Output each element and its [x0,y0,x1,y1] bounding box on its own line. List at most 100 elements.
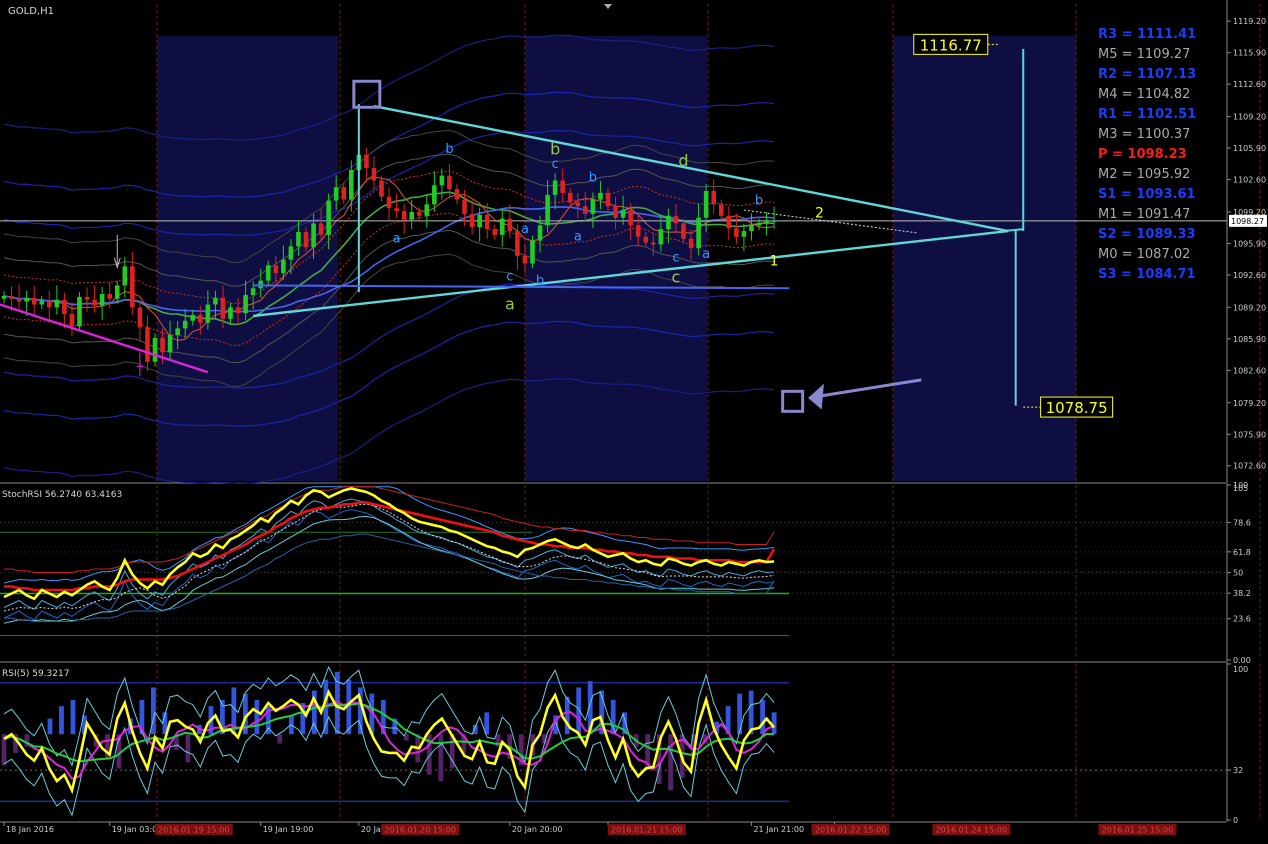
candle-body[interactable] [575,202,581,207]
candle-body[interactable] [394,208,399,212]
candle-body[interactable] [515,231,520,256]
candle-body[interactable] [741,231,747,237]
candle-body[interactable] [718,204,724,216]
candle-body[interactable] [265,265,271,281]
candle-body[interactable] [273,265,279,274]
candle-body[interactable] [439,175,445,186]
candle-body[interactable] [756,223,762,226]
candle-body[interactable] [605,192,611,207]
candle-body[interactable] [477,214,482,228]
candle-body[interactable] [492,229,498,235]
candle-body[interactable] [711,190,716,205]
candle-body[interactable] [9,295,14,299]
candle-body[interactable] [734,228,739,237]
candle-body[interactable] [424,204,430,216]
candle-body[interactable] [175,328,180,336]
candle-body[interactable] [235,307,241,314]
candle-body[interactable] [92,299,97,306]
candle-body[interactable] [726,215,732,229]
candle-body[interactable] [628,210,633,226]
candle-body[interactable] [522,255,528,264]
candle-body[interactable] [122,266,128,286]
candle-body[interactable] [462,199,467,214]
candle-body[interactable] [39,300,45,305]
candle-body[interactable] [69,314,75,327]
candle-body[interactable] [379,180,384,197]
candle-body[interactable] [182,320,188,329]
candle-body[interactable] [47,300,52,308]
candle-body[interactable] [198,315,203,323]
candle-body[interactable] [658,229,664,245]
candle-body[interactable] [250,288,256,295]
candle-body[interactable] [484,214,490,230]
candle-body[interactable] [54,299,60,308]
candle-body[interactable] [620,210,626,218]
candle-body[interactable] [114,285,120,299]
candle-body[interactable] [613,206,618,218]
candle-body[interactable] [432,185,437,205]
candle-body[interactable] [507,218,513,232]
candle-body[interactable] [409,211,414,220]
candle-body[interactable] [24,297,29,302]
candle-body[interactable] [1,295,7,299]
candle-body[interactable] [552,180,558,195]
candle-body[interactable] [205,304,211,323]
candle-body[interactable] [333,187,339,201]
candle-body[interactable] [537,225,543,241]
candle-body[interactable] [681,223,686,239]
candle-body[interactable] [401,211,407,220]
candle-body[interactable] [137,307,143,328]
candle-body[interactable] [469,213,475,228]
candle-body[interactable] [296,232,301,247]
candle-body[interactable] [318,223,324,235]
candle-body[interactable] [454,189,460,200]
candle-body[interactable] [416,211,422,216]
candle-body[interactable] [598,192,603,200]
candle-body[interactable] [386,196,392,209]
candle-body[interactable] [560,180,565,193]
candle-body[interactable] [220,297,226,319]
candle-body[interactable] [666,215,671,230]
candle-body[interactable] [349,169,354,200]
candle-body[interactable] [500,218,505,235]
candle-body[interactable] [62,299,67,315]
trading-chart[interactable]: 1119.20 1115.90 1112.60 1109.20 1105.90 1102.… [0,0,1268,844]
candle-body[interactable] [228,307,233,319]
candle-body[interactable] [160,337,165,353]
candle-body[interactable] [303,232,309,248]
candle-body[interactable] [696,217,701,249]
candle-body[interactable] [567,192,573,203]
candle-body[interactable] [590,199,596,214]
candle-body[interactable] [99,294,105,306]
candle-body[interactable] [341,187,347,200]
candle-body[interactable] [749,225,754,232]
candle-body[interactable] [31,297,37,305]
candle-body[interactable] [281,259,286,274]
candle-body[interactable] [77,296,82,327]
candle-body[interactable] [107,294,112,299]
candle-body[interactable] [213,297,218,305]
candle-body[interactable] [243,294,248,314]
candle-body[interactable] [530,240,535,264]
candle-body[interactable] [145,327,150,362]
candle-body[interactable] [673,215,679,224]
candle-body[interactable] [311,223,316,248]
candle-body[interactable] [583,206,588,214]
candle-body[interactable] [167,335,173,353]
candle-body[interactable] [16,298,22,302]
candle-body[interactable] [371,168,377,181]
candle-body[interactable] [447,175,452,190]
candle-body[interactable] [545,194,550,226]
candle-body[interactable] [688,238,694,249]
candle-body[interactable] [703,190,709,218]
candle-body[interactable] [643,236,649,243]
candle-body[interactable] [84,296,90,300]
candle-body[interactable] [771,220,777,222]
candle-body[interactable] [288,246,294,260]
candle-body[interactable] [326,200,331,235]
candle-body[interactable] [764,221,769,224]
candle-body[interactable] [152,337,158,362]
candle-body[interactable] [190,315,196,321]
candle-body[interactable] [130,266,135,308]
candle-body[interactable] [364,154,369,169]
